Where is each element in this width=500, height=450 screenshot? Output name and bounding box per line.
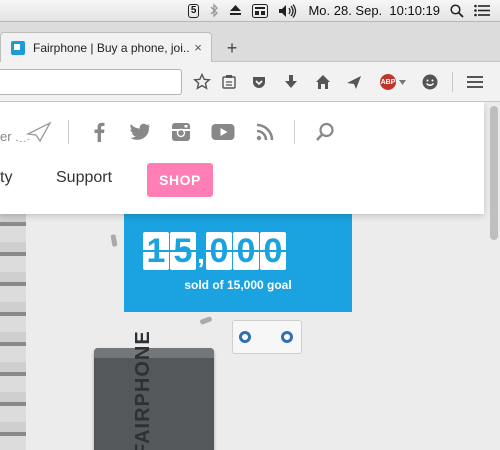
pocket-icon[interactable] [248,71,270,93]
tab-close-icon[interactable]: × [189,40,207,55]
volume-icon[interactable] [278,3,298,19]
instagram-icon[interactable] [168,120,194,144]
url-input[interactable] [0,69,182,95]
eject-icon[interactable] [229,3,242,19]
chat-smiley-icon[interactable] [419,71,441,93]
downloads-icon[interactable] [280,71,302,93]
macos-menubar: 5 Mo. 28. Sep. 10:10:19 [0,0,500,22]
camera-module-image [232,320,302,354]
battery-label: FAIRPHONE [132,330,154,450]
counter-digits: 1 5 , 0 0 0 [143,232,286,270]
counter-digit: 0 [233,232,259,270]
counter-digit: 0 [260,232,286,270]
hamburger-menu-icon[interactable] [464,71,486,93]
site-search-icon[interactable] [312,120,338,144]
module-ring-right [281,331,293,343]
twitter-icon[interactable] [127,120,153,144]
adblock-plus-button[interactable]: ABP [376,71,410,93]
browser-tab[interactable]: Fairphone | Buy a phone, joi... × [0,32,212,62]
browser-tabstrip: Fairphone | Buy a phone, joi... × + [0,22,500,62]
header-separator [68,120,69,144]
browser-toolbar: ABP [0,62,500,102]
tab-title: Fairphone | Buy a phone, joi... [33,40,189,55]
abp-dropdown-icon [399,79,406,85]
screw-image [199,316,213,325]
bluetooth-icon[interactable] [209,3,219,19]
counter-digit: 1 [143,232,169,270]
home-icon[interactable] [312,71,334,93]
fairphone-favicon-icon [11,40,25,55]
toolbar-separator [452,72,453,92]
battery-image: FAIRPHONE [94,330,214,450]
web-page: FAIRPHONE 1 5 , 0 0 0 sold of 15,000 goa… [0,102,500,450]
shop-button[interactable]: SHOP [147,163,213,197]
menubar-clock[interactable]: Mo. 28. Sep. 10:10:19 [308,3,440,18]
counter-digit: 0 [206,232,232,270]
reading-list-icon[interactable] [218,71,240,93]
counter-digit: 5 [170,232,196,270]
counter-comma: , [197,238,205,269]
bookmark-star-icon[interactable] [191,71,213,93]
new-tab-button[interactable]: + [222,38,242,59]
notification-badge: 5 [187,3,200,18]
nav-support-link[interactable]: Support [56,169,112,187]
module-ring-left [239,331,251,343]
nav-community-link[interactable]: ty [0,169,12,187]
keyboard-icon[interactable] [252,3,269,19]
rss-icon[interactable] [252,120,278,144]
paper-plane-icon [14,120,54,149]
phone-internals-image [0,212,26,450]
counter-caption: sold of 15,000 goal [184,278,292,292]
header-separator [294,120,295,144]
cable-image [110,234,118,247]
page-scrollbar[interactable] [490,106,498,240]
share-arrow-icon[interactable] [343,71,365,93]
sales-counter: 1 5 , 0 0 0 sold of 15,000 goal [124,214,352,312]
notification-center-icon[interactable] [474,3,490,19]
facebook-icon[interactable] [86,120,112,144]
notification-5-icon[interactable]: 5 [187,3,200,19]
share-text: er [0,129,12,144]
site-header: er ty Support SHOP [0,102,484,214]
spotlight-search-icon[interactable] [450,3,464,19]
adblock-plus-icon: ABP [380,74,396,90]
youtube-icon[interactable] [210,120,236,144]
